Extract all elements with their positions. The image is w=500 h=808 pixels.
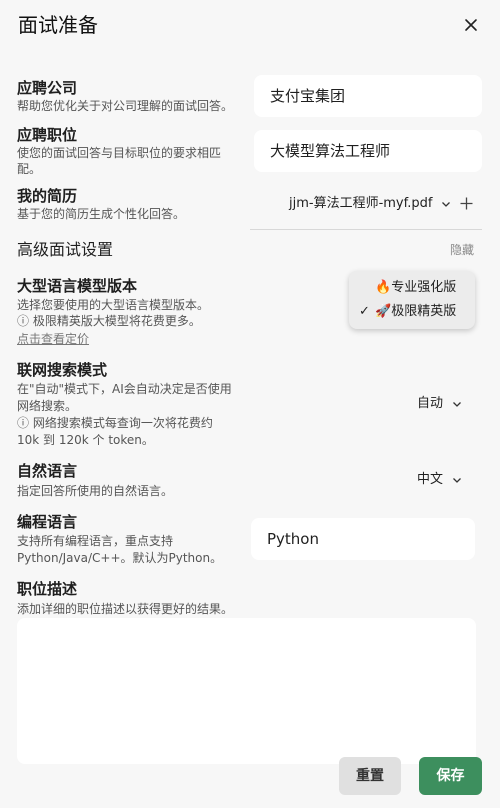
search-desc-line1: 在"自动"模式下，AI会自动决定是否使用: [17, 382, 232, 396]
natural-language-select[interactable]: 中文: [417, 471, 463, 489]
code-language-desc-line2: Python/Java/C++。默认为Python。: [17, 551, 223, 565]
search-desc-line4: 10k 到 120k 个 token。: [17, 433, 154, 447]
model-desc-line1: 选择您要使用的大型语言模型版本。: [17, 298, 210, 312]
rocket-icon: 🚀: [375, 304, 392, 319]
natural-language-value: 中文: [417, 472, 444, 487]
position-desc-line1: 使您的面试回答与目标职位的要求相匹: [17, 146, 222, 160]
resume-file-name: jjm-算法工程师-myf.pdf: [289, 196, 433, 211]
model-option-elite[interactable]: ✓ 🚀极限精英版: [349, 301, 475, 323]
save-button[interactable]: 保存: [419, 757, 482, 795]
model-label: 大型语言模型版本: [17, 277, 138, 295]
model-dropdown-menu: 🔥专业强化版 ✓ 🚀极限精英版: [349, 271, 475, 329]
position-label: 应聘职位: [17, 126, 78, 144]
option-label-elite: 极限精英版: [391, 304, 457, 319]
natural-language-label: 自然语言: [17, 462, 78, 480]
search-mode-value: 自动: [417, 396, 444, 411]
company-label: 应聘公司: [17, 79, 78, 97]
job-description-textarea[interactable]: [17, 618, 476, 764]
natural-language-desc: 指定回答所使用的自然语言。: [17, 484, 174, 498]
chevron-down-icon: [453, 402, 461, 407]
job-description-label: 职位描述: [17, 580, 78, 598]
option-label-pro: 专业强化版: [391, 280, 457, 295]
dialog-title: 面试准备: [18, 13, 98, 37]
company-input[interactable]: 支付宝集团: [254, 75, 482, 117]
chevron-down-icon: [453, 478, 461, 483]
search-mode-label: 联网搜索模式: [17, 361, 108, 379]
option-text: 🚀极限精英版: [375, 301, 456, 323]
reset-button[interactable]: 重置: [339, 757, 401, 795]
position-input[interactable]: 大模型算法工程师: [254, 130, 482, 172]
fire-icon: 🔥: [375, 280, 392, 295]
option-text: 🔥专业强化版: [375, 277, 456, 299]
code-language-label: 编程语言: [17, 513, 78, 531]
hide-advanced-button[interactable]: 隐藏: [450, 241, 474, 258]
search-mode-select[interactable]: 自动: [417, 395, 463, 413]
checkmark-icon: ✓: [359, 304, 370, 319]
model-option-pro[interactable]: 🔥专业强化版: [349, 277, 475, 299]
dialog-header: 面试准备: [0, 0, 500, 56]
plus-icon[interactable]: [459, 196, 474, 211]
job-description-desc: 添加详细的职位描述以获得更好的结果。: [17, 602, 234, 616]
close-icon[interactable]: [460, 14, 482, 36]
advanced-settings-title: 高级面试设置: [17, 240, 114, 259]
interview-prep-dialog: 面试准备 应聘公司 帮助您优化关于对公司理解的面试回答。 支付宝集团 应聘职位 …: [0, 0, 500, 808]
company-desc: 帮助您优化关于对公司理解的面试回答。: [17, 99, 234, 113]
divider: [250, 229, 482, 230]
pricing-link[interactable]: 点击查看定价: [17, 330, 89, 347]
code-language-input[interactable]: Python: [251, 518, 475, 560]
resume-label: 我的简历: [17, 187, 78, 205]
position-desc-line2: 配。: [17, 162, 42, 176]
code-language-desc-line1: 支持所有编程语言，重点支持: [17, 534, 174, 548]
model-desc-line2: ⓘ 极限精英版大模型将花费更多。: [17, 314, 201, 328]
resume-select[interactable]: jjm-算法工程师-myf.pdf: [289, 195, 452, 213]
resume-desc: 基于您的简历生成个性化回答。: [17, 207, 186, 221]
search-desc-line2: 网络搜索。: [17, 399, 78, 413]
chevron-down-icon: [442, 202, 451, 207]
search-desc-line3: ⓘ 网络搜索模式每查询一次将花费约: [17, 416, 213, 430]
